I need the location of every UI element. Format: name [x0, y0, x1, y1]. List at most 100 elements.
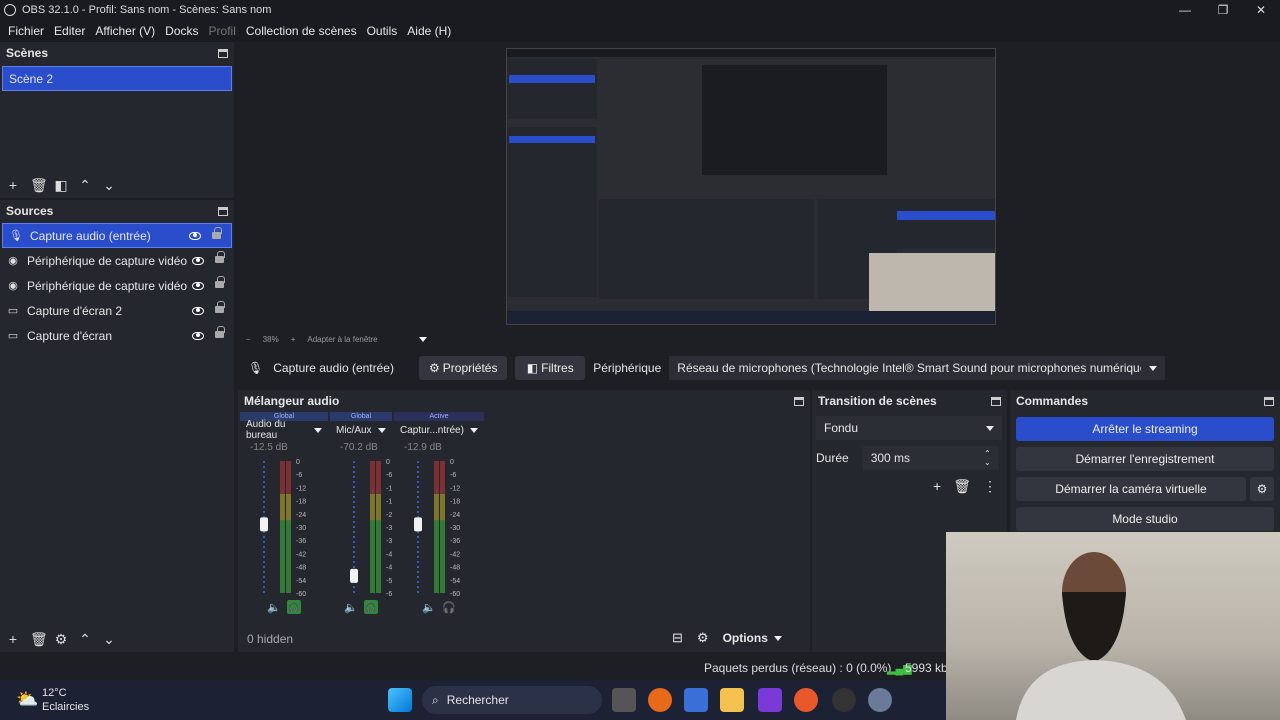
source-item[interactable]: ▭ Capture d'écran 2 [0, 298, 234, 323]
speaker-icon[interactable]: 🔈 [422, 601, 436, 614]
lock-icon[interactable] [215, 251, 225, 263]
options-button[interactable]: Options [723, 631, 782, 645]
windows-start-icon[interactable] [388, 688, 412, 712]
spin-arrows-icon[interactable]: ⌃ ⌄ [984, 449, 991, 467]
weather-condition: Eclaircies [42, 701, 90, 713]
lock-icon[interactable] [215, 276, 225, 288]
speaker-icon[interactable]: 🔈 [267, 601, 281, 614]
channel-name-select[interactable]: Captur...ntrée) [394, 421, 484, 439]
menu-afficher[interactable]: Afficher (V) [90, 24, 160, 38]
weather-temp: 12°C [42, 687, 67, 699]
move-down-icon[interactable]: ⌄ [102, 178, 116, 192]
channel-name-select[interactable]: Audio du bureau [240, 419, 328, 441]
stop-streaming-button[interactable]: Arrêter le streaming [1016, 417, 1274, 441]
studio-mode-button[interactable]: Mode studio [1016, 507, 1274, 531]
taskbar-search[interactable]: ⌕ Rechercher [422, 686, 602, 714]
properties-button[interactable]: ⚙ Propriétés [419, 356, 508, 380]
volume-meter[interactable]: 0 -6 -12 -18 -24 -30 -36 -42 -48 -54 -60 [240, 457, 328, 598]
headphones-icon[interactable]: 🎧 [363, 600, 378, 614]
zoom-fit-select[interactable]: Adapter à la fenêtre [307, 335, 407, 344]
volume-meter[interactable]: 0 -6 -12 -18 -24 -30 -36 -42 -48 -54 -60 [394, 457, 484, 598]
meter-green-zone [280, 520, 285, 593]
virtual-camera-button[interactable]: Démarrer la caméra virtuelle [1016, 477, 1246, 501]
weather-icon[interactable]: ⛅ [16, 689, 38, 710]
close-icon[interactable]: ✕ [1242, 0, 1280, 20]
store-icon[interactable] [684, 688, 708, 712]
obs-taskbar-icon[interactable] [832, 688, 856, 712]
filters-button[interactable]: ◧ Filtres [515, 356, 586, 380]
meter-red-zone [370, 461, 375, 494]
advanced-audio-icon[interactable]: ⚙ [697, 630, 709, 646]
volume-fader-handle[interactable] [260, 517, 268, 532]
scene-filter-icon[interactable]: ◧ [54, 178, 68, 192]
visibility-eye-icon[interactable] [192, 256, 204, 265]
scene-item[interactable]: Scène 2 [2, 66, 232, 91]
channel-tag: Active [394, 412, 484, 421]
headphones-icon[interactable]: 🎧 [286, 600, 301, 614]
volume-fader-handle[interactable] [350, 568, 358, 583]
lock-icon[interactable] [212, 227, 222, 239]
speaker-icon[interactable]: 🔈 [344, 601, 358, 614]
source-item[interactable]: 🎙 Capture audio (entrée) [2, 223, 232, 248]
add-transition-icon[interactable]: + [933, 478, 941, 495]
channel-tag: Global [330, 412, 392, 421]
layout-icon[interactable]: ⊟ [672, 630, 683, 646]
menu-docks[interactable]: Docks [160, 24, 203, 38]
app-purple-icon[interactable] [758, 688, 782, 712]
start-recording-button[interactable]: Démarrer l'enregistrement [1016, 447, 1274, 471]
source-item[interactable]: ◉ Périphérique de capture vidéo [0, 248, 234, 273]
meter-tick-label: -6 [296, 472, 302, 479]
add-scene-icon[interactable]: + [6, 178, 20, 192]
device-label: Périphérique [593, 361, 662, 375]
mixer-channel: Global Audio du bureau -12.5 dB 0 -6 -12 -1… [240, 412, 328, 622]
volume-meter[interactable]: 0 -6 -12 -18 -24 -30 -36 -42 -48 -54 -60 [330, 457, 396, 598]
task-view-icon[interactable] [612, 688, 636, 712]
menu-profil[interactable]: Profil [204, 24, 241, 38]
maximize-icon[interactable]: ❐ [1204, 0, 1242, 20]
meter-tick-label: -54 [296, 578, 306, 585]
menu-editer[interactable]: Editer [49, 24, 90, 38]
menu-aide[interactable]: Aide (H) [402, 24, 456, 38]
chevron-down-icon[interactable] [419, 336, 428, 342]
properties-button-label: Propriétés [442, 361, 498, 375]
virtual-camera-settings-icon[interactable]: ⚙ [1250, 477, 1274, 501]
delete-transition-icon[interactable]: 🗑 [953, 478, 971, 495]
minimize-icon[interactable]: — [1166, 0, 1204, 20]
app-orange-icon[interactable] [648, 688, 672, 712]
undock-icon[interactable] [1264, 396, 1274, 406]
firefox-icon[interactable] [794, 688, 818, 712]
undock-icon[interactable] [218, 206, 228, 216]
menu-fichier[interactable]: Fichier [3, 24, 49, 38]
channel-name-select[interactable]: Mic/Aux [330, 421, 392, 439]
visibility-eye-icon[interactable] [192, 331, 204, 340]
menu-outils[interactable]: Outils [362, 24, 403, 38]
source-item[interactable]: ◉ Périphérique de capture vidéo [0, 273, 234, 298]
file-explorer-icon[interactable] [720, 688, 744, 712]
delete-scene-icon[interactable]: 🗑 [30, 178, 48, 192]
source-label: Capture audio (entrée) [30, 228, 151, 243]
visibility-eye-icon[interactable] [189, 231, 201, 240]
undock-icon[interactable] [794, 396, 804, 406]
undock-icon[interactable] [991, 396, 1001, 406]
source-item[interactable]: ▭ Capture d'écran [0, 323, 234, 348]
visibility-eye-icon[interactable] [192, 281, 204, 290]
volume-fader-handle[interactable] [414, 517, 422, 532]
undock-icon[interactable] [218, 48, 228, 58]
device-select[interactable]: Réseau de microphones (Technologie Intel… [669, 356, 1166, 380]
lock-icon[interactable] [215, 326, 225, 338]
zoom-out-icon[interactable]: − [246, 335, 251, 344]
settings-icon[interactable] [868, 688, 892, 712]
visibility-eye-icon[interactable] [192, 306, 204, 315]
person-silhouette [1016, 552, 1186, 720]
duration-spinbox[interactable]: 300 ms ⌃ ⌄ [862, 446, 999, 470]
mixer-title: Mélangeur audio [244, 394, 340, 408]
zoom-in-icon[interactable]: + [291, 335, 296, 344]
hidden-count: 0 hidden [247, 632, 294, 646]
transition-select[interactable]: Fondu [816, 416, 1002, 440]
meter-tick-label: -18 [296, 499, 306, 506]
headphones-off-icon[interactable]: 🎧 [442, 601, 456, 614]
lock-icon[interactable] [215, 301, 225, 313]
move-up-icon[interactable]: ⌃ [78, 178, 92, 192]
more-options-icon[interactable]: ⋮ [983, 478, 997, 495]
menu-collection[interactable]: Collection de scènes [241, 24, 362, 38]
